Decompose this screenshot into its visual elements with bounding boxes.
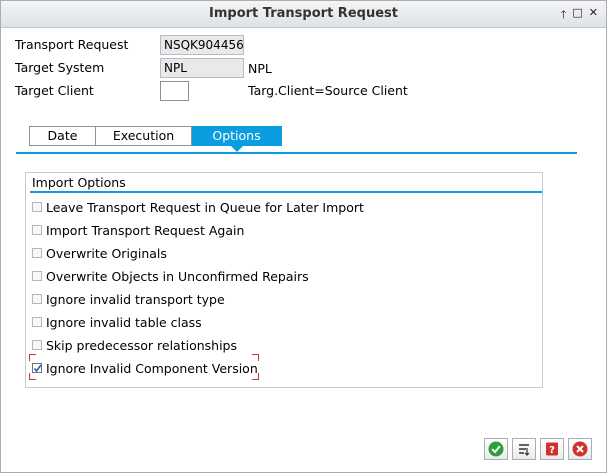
svg-text:?: ? [549, 445, 555, 456]
help-icon: ? [546, 442, 558, 456]
import-options-group: Import Options Leave Transport Request i… [25, 172, 543, 388]
option-label: Overwrite Originals [46, 245, 167, 261]
target-system-field[interactable]: NPL [160, 58, 244, 78]
help-button[interactable]: ? [540, 438, 564, 460]
option-label: Overwrite Objects in Unconfirmed Repairs [46, 268, 309, 284]
checkbox-checked[interactable] [32, 363, 42, 373]
up-arrow-icon[interactable]: 🡑 [561, 6, 567, 25]
tab-date[interactable]: Date [29, 126, 96, 146]
target-client-label: Target Client [15, 83, 94, 98]
tab-strip: Date Execution Options [29, 126, 282, 146]
focus-indicator [252, 373, 259, 380]
footer-toolbar: ? [484, 438, 592, 460]
dialog-title: Import Transport Request [209, 6, 398, 21]
option-ignore-table-class[interactable]: Ignore invalid table class [32, 313, 202, 331]
cancel-icon [572, 441, 588, 457]
checkbox[interactable] [32, 317, 42, 327]
tab-options[interactable]: Options [192, 126, 282, 146]
tab-underline [16, 152, 577, 154]
tab-execution[interactable]: Execution [96, 126, 192, 146]
checkbox[interactable] [32, 248, 42, 258]
group-title-underline [30, 191, 542, 193]
focus-indicator [29, 354, 36, 361]
option-label: Ignore Invalid Component Version [46, 360, 258, 376]
target-system-description: NPL [248, 61, 272, 76]
option-overwrite-originals[interactable]: Overwrite Originals [32, 244, 167, 262]
option-skip-predecessor[interactable]: Skip predecessor relationships [32, 336, 237, 354]
option-label: Ignore invalid table class [46, 314, 202, 330]
option-ignore-component-version[interactable]: Ignore Invalid Component Version [32, 359, 258, 377]
option-ignore-transport-type[interactable]: Ignore invalid transport type [32, 290, 225, 308]
transport-request-field[interactable]: NSQK904456 [160, 35, 244, 55]
group-title: Import Options [32, 175, 126, 190]
checkbox[interactable] [32, 225, 42, 235]
cancel-button[interactable] [568, 438, 592, 460]
close-icon[interactable]: ✕ [589, 6, 598, 25]
option-label: Ignore invalid transport type [46, 291, 225, 307]
import-list-button[interactable] [512, 438, 536, 460]
checkmark-icon [488, 441, 504, 457]
window-controls: 🡑 □ ✕ [561, 6, 598, 25]
option-overwrite-unconfirmed-repairs[interactable]: Overwrite Objects in Unconfirmed Repairs [32, 267, 309, 285]
option-import-again[interactable]: Import Transport Request Again [32, 221, 244, 239]
option-label: Import Transport Request Again [46, 222, 245, 238]
option-label: Skip predecessor relationships [46, 337, 238, 353]
option-label: Leave Transport Request in Queue for Lat… [46, 199, 364, 215]
checkbox[interactable] [32, 271, 42, 281]
restore-icon[interactable]: □ [572, 6, 582, 25]
target-client-input[interactable] [160, 81, 189, 101]
continue-button[interactable] [484, 438, 508, 460]
checkbox[interactable] [32, 340, 42, 350]
focus-indicator [252, 354, 259, 361]
transport-request-label: Transport Request [15, 37, 129, 52]
option-leave-in-queue[interactable]: Leave Transport Request in Queue for Lat… [32, 198, 364, 216]
import-list-icon [519, 444, 530, 456]
title-bar[interactable]: Import Transport Request 🡑 □ ✕ [1, 1, 606, 28]
target-system-label: Target System [15, 60, 105, 75]
checkbox[interactable] [32, 202, 42, 212]
checkbox[interactable] [32, 294, 42, 304]
import-transport-dialog: Import Transport Request 🡑 □ ✕ Transport… [0, 0, 607, 473]
focus-indicator [29, 373, 36, 380]
checkmark-icon [33, 364, 42, 373]
target-client-description: Targ.Client=Source Client [248, 83, 408, 98]
